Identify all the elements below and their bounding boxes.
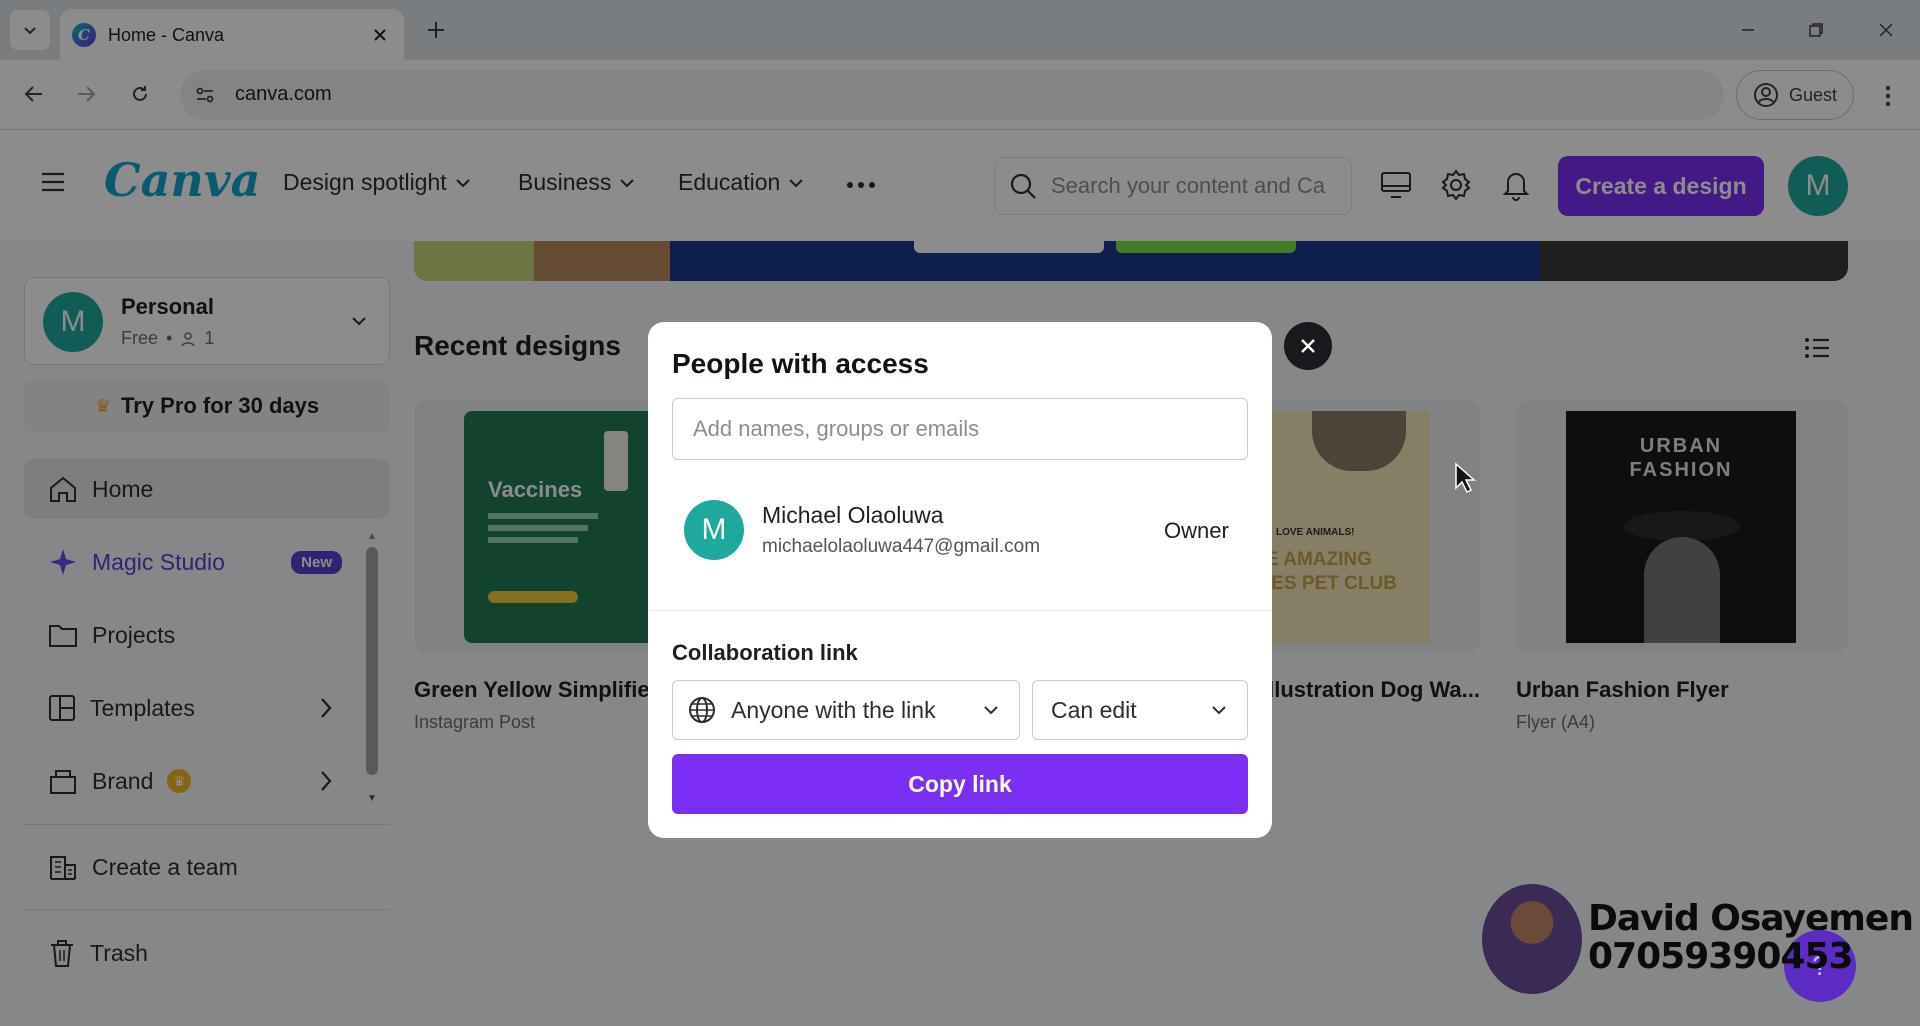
owner-email: michaelolaoluwa447@gmail.com: [762, 536, 1041, 557]
dialog-title: People with access: [672, 348, 929, 379]
watermark-name: David Osayemen: [1588, 898, 1914, 939]
link-access-dropdown[interactable]: Anyone with the link: [672, 680, 1020, 740]
cursor-icon: [1455, 462, 1476, 494]
share-dialog: People with access Add names, groups or …: [648, 322, 1272, 838]
owner-role: Owner: [1164, 518, 1229, 543]
link-access-value: Anyone with the link: [731, 696, 936, 723]
people-input[interactable]: Add names, groups or emails: [672, 398, 1248, 460]
input-placeholder: Add names, groups or emails: [693, 416, 980, 441]
owner-name: Michael Olaoluwa: [762, 502, 944, 528]
chevron-down-icon: [984, 706, 998, 715]
avatar: M: [684, 500, 744, 560]
close-icon: [1301, 339, 1315, 353]
collaboration-label: Collaboration link: [672, 640, 858, 665]
close-dialog-button[interactable]: [1284, 322, 1332, 370]
copy-link-button[interactable]: Copy link: [672, 754, 1248, 814]
watermark-photo: [1482, 884, 1582, 994]
permission-value: Can edit: [1051, 696, 1137, 723]
globe-icon: [689, 697, 715, 723]
chevron-down-icon: [1212, 706, 1226, 715]
divider: [648, 610, 1272, 611]
permission-dropdown[interactable]: Can edit: [1032, 680, 1248, 740]
watermark-phone: 07059390453: [1588, 936, 1854, 977]
